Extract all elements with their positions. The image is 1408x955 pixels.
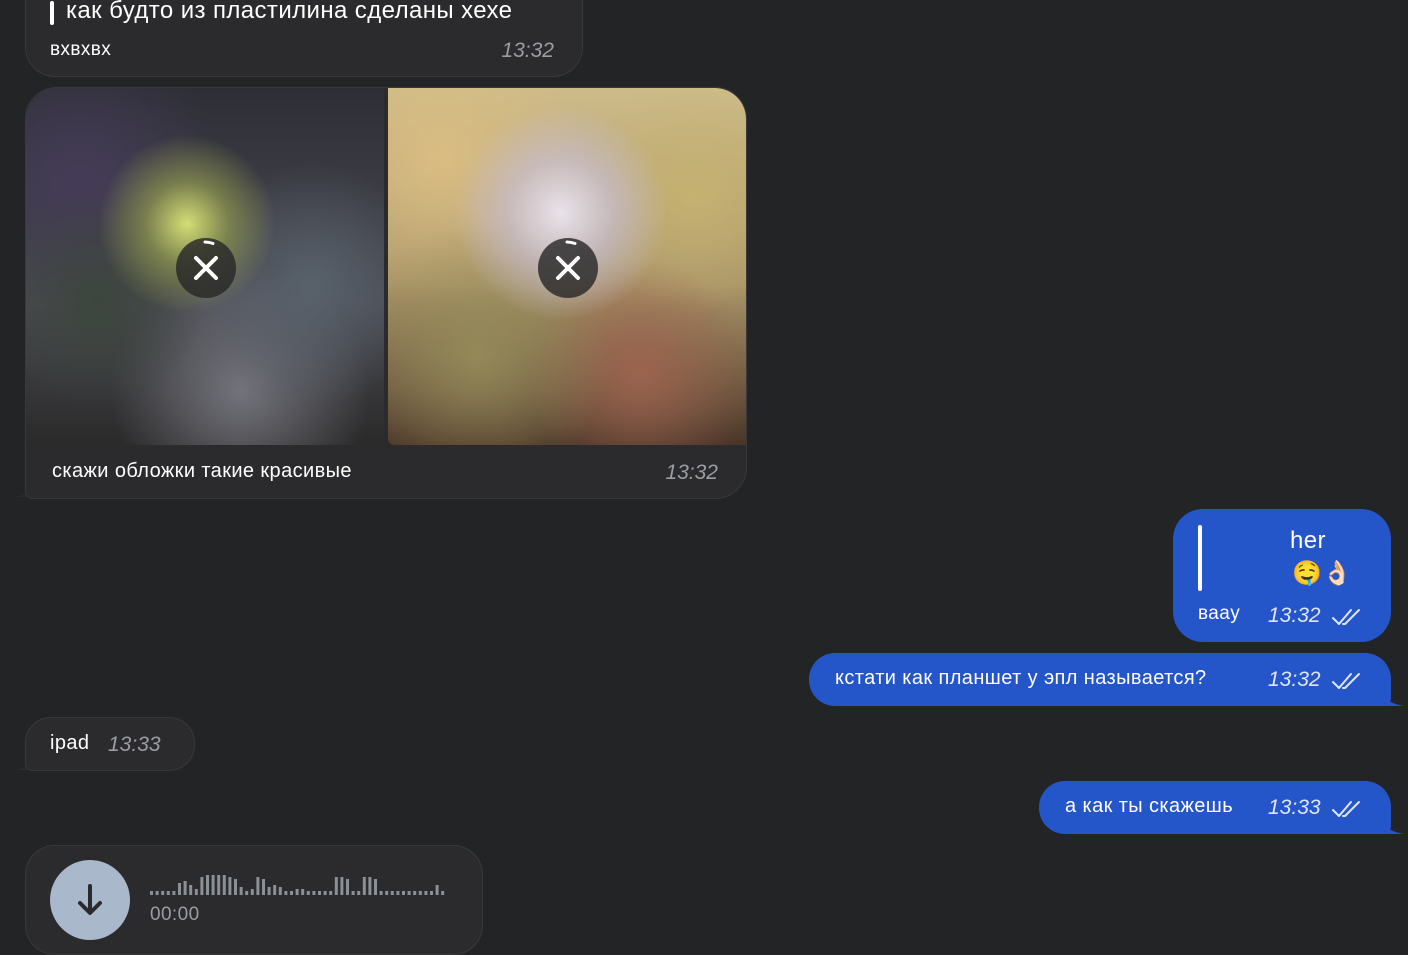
message-text: вхвхвх bbox=[50, 39, 112, 60]
waveform-bar bbox=[155, 891, 159, 895]
waveform-bar bbox=[161, 891, 165, 895]
media-thumbnail-2[interactable] bbox=[388, 88, 746, 445]
download-arrow-icon bbox=[78, 884, 102, 915]
cancel-download-button[interactable] bbox=[538, 238, 598, 298]
waveform-bar bbox=[329, 891, 333, 895]
waveform-bar bbox=[323, 891, 327, 895]
waveform-bar bbox=[222, 875, 226, 895]
waveform-bar bbox=[402, 891, 405, 895]
waveform-bar bbox=[295, 889, 299, 895]
waveform-bar bbox=[435, 885, 439, 895]
waveform-bar bbox=[368, 877, 372, 895]
waveform-bar bbox=[172, 891, 176, 895]
waveform-bar bbox=[306, 891, 310, 895]
media-thumbnail-1[interactable] bbox=[26, 88, 384, 445]
message-time: 13:32 bbox=[501, 39, 554, 62]
waveform-bar bbox=[206, 875, 209, 895]
voice-duration: 00:00 bbox=[150, 904, 200, 925]
message-time: 13:32 bbox=[1268, 668, 1321, 691]
reply-quote-text: как будто из пластилина сделаны хехе bbox=[66, 0, 513, 24]
waveform-bar bbox=[357, 891, 361, 895]
close-icon bbox=[194, 240, 218, 280]
waveform-bar bbox=[256, 877, 260, 895]
waveform-bar bbox=[150, 891, 153, 895]
message-bubble-outgoing-reply[interactable]: her 🤤👌🏻 вааy 13:32 bbox=[1173, 509, 1391, 642]
voice-waveform bbox=[150, 875, 445, 895]
waveform-bar bbox=[284, 891, 288, 895]
waveform-bar bbox=[362, 877, 366, 895]
waveform-bar bbox=[273, 885, 277, 895]
waveform-bar bbox=[334, 877, 338, 895]
waveform-bar bbox=[351, 891, 355, 895]
waveform-bar bbox=[396, 891, 400, 895]
waveform-bar bbox=[217, 875, 221, 895]
message-bubble-incoming-short[interactable]: ipad 13:33 bbox=[25, 717, 195, 771]
message-time: 13:32 bbox=[665, 461, 718, 484]
message-text: вааy bbox=[1198, 603, 1241, 624]
message-bubble-outgoing-text[interactable]: кстати как планшет у эпл называется? 13:… bbox=[809, 653, 1391, 706]
cancel-download-button[interactable] bbox=[176, 238, 236, 298]
waveform-bar bbox=[239, 887, 243, 895]
waveform-bar bbox=[441, 891, 445, 895]
message-bubble-voice[interactable]: 00:00 bbox=[25, 845, 483, 955]
message-bubble-outgoing-text-2[interactable]: а как ты скажешь 13:33 bbox=[1039, 781, 1391, 834]
waveform-bar bbox=[245, 891, 249, 895]
waveform-bar bbox=[418, 891, 422, 895]
double-check-icon bbox=[1332, 801, 1360, 817]
waveform-bar bbox=[340, 877, 344, 895]
message-time: 13:33 bbox=[108, 733, 161, 756]
waveform-bar bbox=[211, 875, 215, 895]
waveform-bar bbox=[178, 883, 181, 895]
waveform-bar bbox=[301, 889, 305, 895]
waveform-bar bbox=[379, 891, 383, 895]
message-bubble-incoming-1[interactable]: как будто из пластилина сделаны хехе вхв… bbox=[25, 0, 583, 77]
message-text: ipad bbox=[50, 732, 90, 754]
waveform-bar bbox=[278, 887, 282, 895]
message-bubble-album[interactable]: скажи обложки такие красивые 13:32 bbox=[25, 87, 747, 499]
close-icon bbox=[556, 240, 580, 280]
waveform-bar bbox=[430, 891, 433, 895]
double-check-icon bbox=[1332, 673, 1360, 689]
waveform-bar bbox=[262, 879, 265, 895]
waveform-bar bbox=[234, 879, 237, 895]
message-time: 13:33 bbox=[1268, 796, 1321, 819]
media-caption: скажи обложки такие красивые bbox=[52, 460, 352, 482]
reply-quote-bar bbox=[50, 1, 54, 25]
waveform-bar bbox=[346, 879, 349, 895]
waveform-bar bbox=[228, 877, 232, 895]
waveform-bar bbox=[250, 889, 254, 895]
waveform-bar bbox=[166, 891, 170, 895]
waveform-bar bbox=[390, 891, 394, 895]
reply-quote-emoji: 🤤👌🏻 bbox=[1292, 560, 1353, 587]
message-text: кстати как планшет у эпл называется? bbox=[835, 667, 1207, 689]
waveform-bar bbox=[312, 891, 316, 895]
waveform-bar bbox=[407, 891, 411, 895]
message-time: 13:32 bbox=[1268, 604, 1321, 627]
message-text: а как ты скажешь bbox=[1065, 795, 1234, 817]
waveform-bar bbox=[183, 881, 187, 895]
waveform-bar bbox=[200, 877, 204, 895]
reply-quote-bar bbox=[1198, 525, 1202, 591]
waveform-bar bbox=[194, 889, 198, 895]
voice-download-button[interactable] bbox=[50, 860, 130, 940]
waveform-bar bbox=[318, 891, 321, 895]
waveform-bar bbox=[290, 891, 293, 895]
waveform-bar bbox=[374, 879, 377, 895]
double-check-icon bbox=[1332, 609, 1360, 625]
waveform-bar bbox=[267, 887, 271, 895]
waveform-bar bbox=[385, 891, 389, 895]
waveform-bar bbox=[413, 891, 417, 895]
waveform-bar bbox=[189, 885, 193, 895]
reply-quote-author: her bbox=[1290, 527, 1326, 554]
waveform-bar bbox=[424, 891, 428, 895]
